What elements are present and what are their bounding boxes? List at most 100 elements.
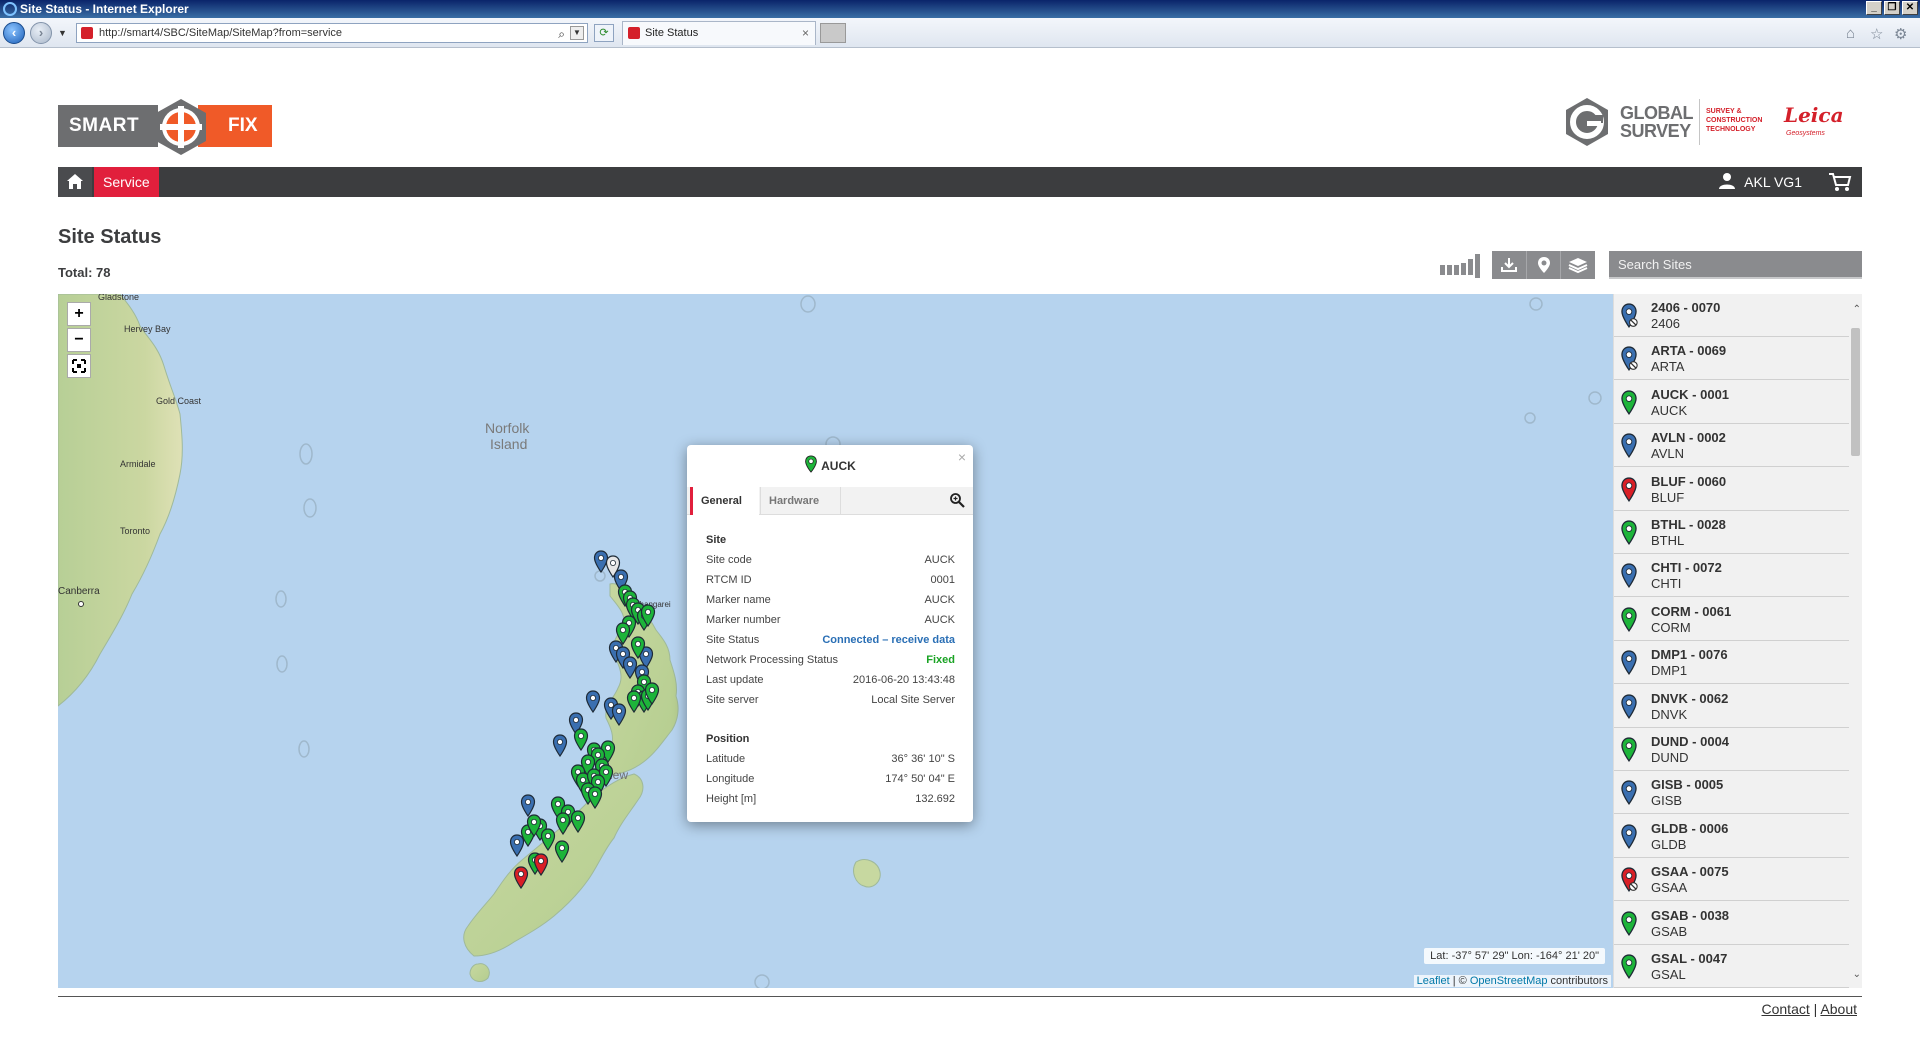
page-title: Site Status xyxy=(58,226,162,248)
leaflet-link[interactable]: Leaflet xyxy=(1417,975,1450,987)
map-site-pin[interactable] xyxy=(513,866,529,890)
scroll-thumb[interactable] xyxy=(1851,328,1860,456)
site-list-item[interactable]: GSAB - 0038 GSAB xyxy=(1614,902,1850,945)
site-list-item[interactable]: CORM - 0061 CORM xyxy=(1614,598,1850,641)
home-icon xyxy=(67,174,83,189)
about-link[interactable]: About xyxy=(1820,1001,1857,1017)
global-survey-text: GLOBAL SURVEY xyxy=(1620,104,1694,140)
popup-row-label: Latitude xyxy=(706,753,746,765)
popup-row-label: Network Processing Status xyxy=(706,654,839,666)
map-site-pin[interactable] xyxy=(585,690,601,714)
user-menu[interactable]: AKL VG1 xyxy=(1718,167,1802,197)
site-list-item[interactable]: AVLN - 0002 AVLN xyxy=(1614,424,1850,468)
popup-row: Height [m] 132.692 xyxy=(706,789,955,809)
map-label-toronto: Toronto xyxy=(120,526,151,536)
zoom-out-button[interactable]: − xyxy=(67,328,91,352)
map-site-pin[interactable] xyxy=(554,840,570,864)
site-list-item[interactable]: AUCK - 0001 AUCK xyxy=(1614,381,1850,424)
nav-service-tab[interactable]: Service xyxy=(94,167,159,197)
popup-row-label: Longitude xyxy=(706,773,755,785)
site-list-item[interactable]: ARTA - 0069 ARTA xyxy=(1614,337,1850,381)
close-tab-icon[interactable]: × xyxy=(802,22,809,44)
site-code: 2406 xyxy=(1651,316,1680,331)
tools-gear-icon[interactable]: ⚙ xyxy=(1894,25,1907,43)
map-site-pin[interactable] xyxy=(509,834,525,858)
home-button[interactable] xyxy=(58,167,92,197)
tab-hardware[interactable]: Hardware xyxy=(760,487,841,515)
restore-button[interactable]: ❐ xyxy=(1884,1,1900,15)
close-window-button[interactable]: ✕ xyxy=(1902,1,1918,15)
site-status-pin-icon xyxy=(1620,911,1642,937)
forward-button[interactable]: › xyxy=(30,22,52,44)
map-site-pin[interactable] xyxy=(640,604,656,628)
site-list-item[interactable]: GISB - 0005 GISB xyxy=(1614,771,1850,815)
popup-row: Marker name AUCK xyxy=(706,590,955,610)
site-list-item[interactable]: GSAA - 0075 GSAA xyxy=(1614,858,1850,902)
site-code: DUND xyxy=(1651,750,1689,765)
home-browser-icon[interactable]: ⌂ xyxy=(1846,25,1855,42)
site-list-item[interactable]: BTHL - 0028 BTHL xyxy=(1614,511,1850,554)
browser-tab-site-status[interactable]: Site Status × xyxy=(622,21,816,45)
map-site-pin[interactable] xyxy=(626,690,642,714)
osm-link[interactable]: OpenStreetMap xyxy=(1470,975,1548,987)
site-list-item[interactable]: BLUF - 0060 BLUF xyxy=(1614,468,1850,511)
site-list-panel[interactable]: 2406 - 0070 2406 ARTA - 0069 ARTA AUCK - 000… xyxy=(1613,294,1862,988)
site-list-item[interactable]: DUND - 0004 DUND xyxy=(1614,728,1850,771)
history-dropdown-icon[interactable]: ▼ xyxy=(58,28,67,38)
site-list-item[interactable]: DNVK - 0062 DNVK xyxy=(1614,685,1850,728)
download-button[interactable] xyxy=(1492,251,1527,279)
layers-button[interactable] xyxy=(1561,251,1595,279)
site-list-scrollbar[interactable]: ⌃ ⌄ xyxy=(1849,294,1862,988)
map-site-pin[interactable] xyxy=(552,734,568,758)
site-code: AVLN xyxy=(1651,446,1684,462)
minimize-button[interactable]: _ xyxy=(1866,1,1882,15)
popup-row-label: Marker name xyxy=(706,594,771,606)
map-site-pin[interactable] xyxy=(555,812,571,836)
fullscreen-icon xyxy=(72,359,86,373)
site-list-item[interactable]: 2406 - 0070 2406 xyxy=(1614,294,1850,337)
site-list-item[interactable]: DMP1 - 0076 DMP1 xyxy=(1614,641,1850,685)
site-title: GSAB - 0038 xyxy=(1651,907,1730,923)
new-tab-button[interactable] xyxy=(820,23,846,43)
site-status-pin-icon xyxy=(1620,737,1642,763)
url-text: http://smart4/SBC/SiteMap/SiteMap?from=s… xyxy=(99,27,343,39)
map-site-pin[interactable] xyxy=(533,853,549,877)
site-list-item[interactable]: GSAL - 0047 GSAL xyxy=(1614,945,1850,988)
map-site-pin[interactable] xyxy=(644,682,660,706)
site-code: GISB xyxy=(1651,793,1683,809)
map-site-pin[interactable] xyxy=(570,810,586,834)
site-status-pin-icon xyxy=(1620,780,1642,806)
fullscreen-button[interactable] xyxy=(67,354,91,378)
map-site-pin[interactable] xyxy=(611,703,627,727)
cart-icon[interactable] xyxy=(1828,172,1852,192)
zoom-in-button[interactable]: + xyxy=(67,302,91,326)
scroll-up-icon[interactable]: ⌃ xyxy=(1853,304,1861,315)
site-title: GISB - 0005 xyxy=(1651,777,1724,793)
map-site-pin[interactable] xyxy=(630,636,646,660)
address-dropdown-icon[interactable]: ▼ xyxy=(570,26,584,40)
refresh-button[interactable]: ⟳ xyxy=(594,24,614,42)
locate-button[interactable] xyxy=(1527,251,1562,279)
site-title: DNVK - 0062 xyxy=(1651,690,1729,706)
site-popup: × AUCK General Hardware Site Site code AU… xyxy=(687,445,973,822)
map-site-pin[interactable] xyxy=(587,786,603,810)
site-list-item[interactable]: GLDB - 0006 GLDB xyxy=(1614,815,1850,858)
popup-row: Last update 2016-06-20 13:43:48 xyxy=(706,670,955,690)
smartfix-logo[interactable]: SMART FIX xyxy=(58,98,274,156)
search-icon[interactable]: ⌕ xyxy=(558,25,565,43)
site-title: GLDB - 0006 xyxy=(1651,820,1729,836)
zoom-to-site-icon[interactable] xyxy=(949,492,965,508)
popup-row: Network Processing Status Fixed xyxy=(706,650,955,670)
search-sites-input[interactable] xyxy=(1609,251,1862,279)
contact-link[interactable]: Contact xyxy=(1762,1001,1810,1017)
back-button[interactable]: ‹ xyxy=(3,22,25,44)
site-title: GSAL - 0047 xyxy=(1651,951,1728,966)
signal-strength-icon[interactable] xyxy=(1438,253,1482,279)
scroll-down-icon[interactable]: ⌄ xyxy=(1853,969,1861,980)
site-list-item[interactable]: CHTI - 0072 CHTI xyxy=(1614,554,1850,598)
tab-general[interactable]: General xyxy=(690,487,759,515)
site-code: ARTA xyxy=(1651,359,1685,375)
favorites-star-icon[interactable]: ☆ xyxy=(1870,25,1883,43)
site-code: CHTI xyxy=(1651,576,1682,592)
address-bar[interactable]: http://smart4/SBC/SiteMap/SiteMap?from=s… xyxy=(76,23,588,43)
